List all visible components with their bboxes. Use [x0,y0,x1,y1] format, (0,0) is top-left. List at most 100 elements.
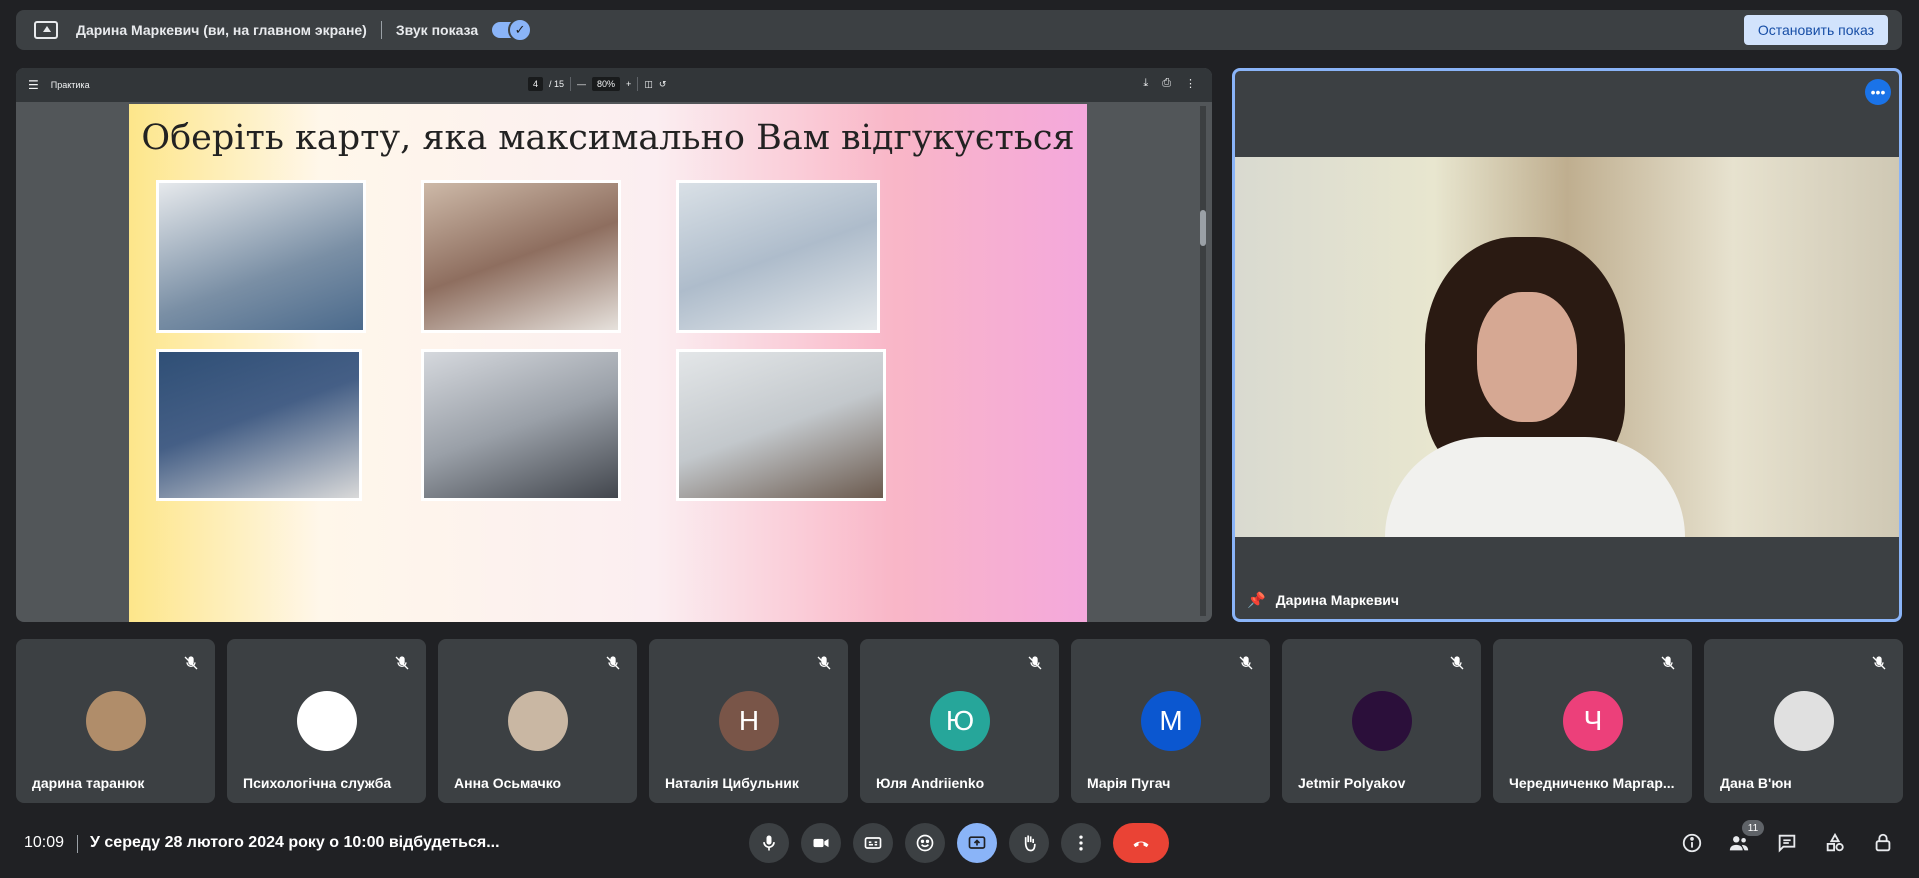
more-options-icon[interactable]: ⋮ [1185,77,1196,90]
rotate-icon[interactable]: ↺ [659,79,667,90]
present-screen-icon [968,836,986,849]
tile-more-options-icon[interactable]: ••• [1865,79,1891,105]
page-number-input[interactable]: 4 [528,77,544,91]
present-screen-icon [34,21,58,39]
mic-off-icon [181,653,201,673]
zoom-input[interactable]: 80% [592,77,621,91]
sound-toggle[interactable]: ✓ [492,18,533,42]
mic-off-icon [814,653,834,673]
participant-tile[interactable]: дарина таранюк [16,639,215,803]
participant-avatar: Ч [1563,691,1623,751]
host-controls-button[interactable] [1871,831,1895,855]
participant-tile[interactable]: Н Наталія Цибульник [649,639,848,803]
fit-page-icon[interactable]: ◫ [644,79,653,90]
check-icon: ✓ [508,18,533,42]
sound-label: Звук показа [395,22,479,38]
people-button[interactable] [1727,831,1751,855]
banner-divider [380,21,382,39]
participant-tile[interactable]: Анна Осьмачко [438,639,637,803]
participant-avatar [86,691,146,751]
card-image-suit [156,349,362,501]
meeting-title[interactable]: У середу 28 лютого 2024 року о 10:00 від… [90,834,500,852]
speaker-name-label: 📌 Дарина Маркевич [1247,591,1399,609]
card-image-cabinet [156,180,366,333]
card-image-handshake [421,349,621,501]
mic-off-icon [392,653,412,673]
raise-hand-button[interactable] [1009,823,1049,863]
captions-icon [864,837,882,849]
chat-button[interactable] [1775,831,1799,855]
participant-name: Дана В'юн [1720,775,1792,791]
participant-name: Чередниченко Маргар... [1509,775,1675,791]
zoom-out-icon[interactable]: — [577,79,586,89]
speaker-tile[interactable]: ••• 📌 Дарина Маркевич [1232,68,1902,622]
pdf-scrollbar[interactable] [1200,106,1206,616]
participant-avatar: Н [719,691,779,751]
stop-presenting-button[interactable]: Остановить показ [1743,15,1888,45]
speaker-name: Дарина Маркевич [1275,592,1400,608]
mic-off-icon [1869,653,1889,673]
participant-tile[interactable]: Дана В'юн [1704,639,1903,803]
participant-tile[interactable]: Ю Юля Andriienko [860,639,1059,803]
presenter-label: Дарина Маркевич (ви, на главном экране) [76,22,367,38]
participant-name: Юля Andriienko [876,775,985,791]
microphone-button[interactable] [749,823,789,863]
speaker-person [1385,237,1685,537]
participant-tile[interactable]: М Марія Пугач [1071,639,1270,803]
time-divider [77,835,78,853]
download-icon[interactable]: ⤓ [1143,77,1148,90]
scrollbar-thumb[interactable] [1200,210,1206,246]
more-options-button[interactable] [1061,823,1101,863]
card-image-wallet [421,180,621,333]
participant-avatar [508,691,568,751]
info-icon [1682,833,1702,853]
pin-icon[interactable]: 📌 [1247,591,1266,609]
leave-call-button[interactable] [1113,823,1169,863]
chat-icon [1778,834,1796,853]
camera-icon [813,838,829,848]
meeting-details-button[interactable] [1680,831,1704,855]
pdf-doc-title: Практика [50,80,90,90]
participant-name: Jetmir Polyakov [1298,775,1406,791]
present-now-button[interactable] [957,823,997,863]
slide-page: Оберіть карту, яка максимально Вам відгу… [129,104,1087,622]
people-icon [1729,836,1749,851]
card-image-phone [676,180,880,333]
toolbar-divider [637,77,639,91]
emoji-button[interactable] [905,823,945,863]
participant-name: Наталія Цибульник [665,775,799,791]
participant-avatar [297,691,357,751]
activities-button[interactable] [1823,831,1847,855]
microphone-icon [763,835,775,851]
menu-icon[interactable]: ☰ [28,78,39,92]
bottom-bar: 10:09 У середу 28 лютого 2024 року о 10:… [0,820,1919,878]
participant-name: Марія Пугач [1087,775,1171,791]
participant-avatar [1774,691,1834,751]
current-time: 10:09 [24,834,65,851]
pdf-actions: ⤓ ⎙ ⋮ [1143,77,1196,90]
end-call-icon [1133,841,1149,848]
mic-off-icon [1658,653,1678,673]
participant-avatar: М [1141,691,1201,751]
zoom-in-icon[interactable]: + [626,79,631,89]
captions-button[interactable] [853,823,893,863]
toolbar-divider [570,77,572,91]
page-total: / 15 [549,79,565,89]
mic-off-icon [1447,653,1467,673]
mic-off-icon [1025,653,1045,673]
mic-off-icon [603,653,623,673]
speaker-video [1235,157,1899,537]
camera-button[interactable] [801,823,841,863]
more-vert-icon [1079,835,1083,851]
lock-person-icon [1875,833,1891,852]
print-icon[interactable]: ⎙ [1162,77,1171,90]
speaker-face [1477,292,1577,422]
pdf-toolbar: ☰ Практика 4 / 15 — 80% + ◫ ↺ ⤓ ⎙ ⋮ [16,68,1212,102]
slide-title: Оберіть карту, яка максимально Вам відгу… [141,118,1075,158]
participant-tile[interactable]: Психологічна служба [227,639,426,803]
participant-tile[interactable]: Ч Чередниченко Маргар... [1493,639,1692,803]
participant-name: дарина таранюк [32,775,145,791]
participant-avatar [1352,691,1412,751]
emoji-icon [916,834,934,852]
participant-tile[interactable]: Jetmir Polyakov [1282,639,1481,803]
